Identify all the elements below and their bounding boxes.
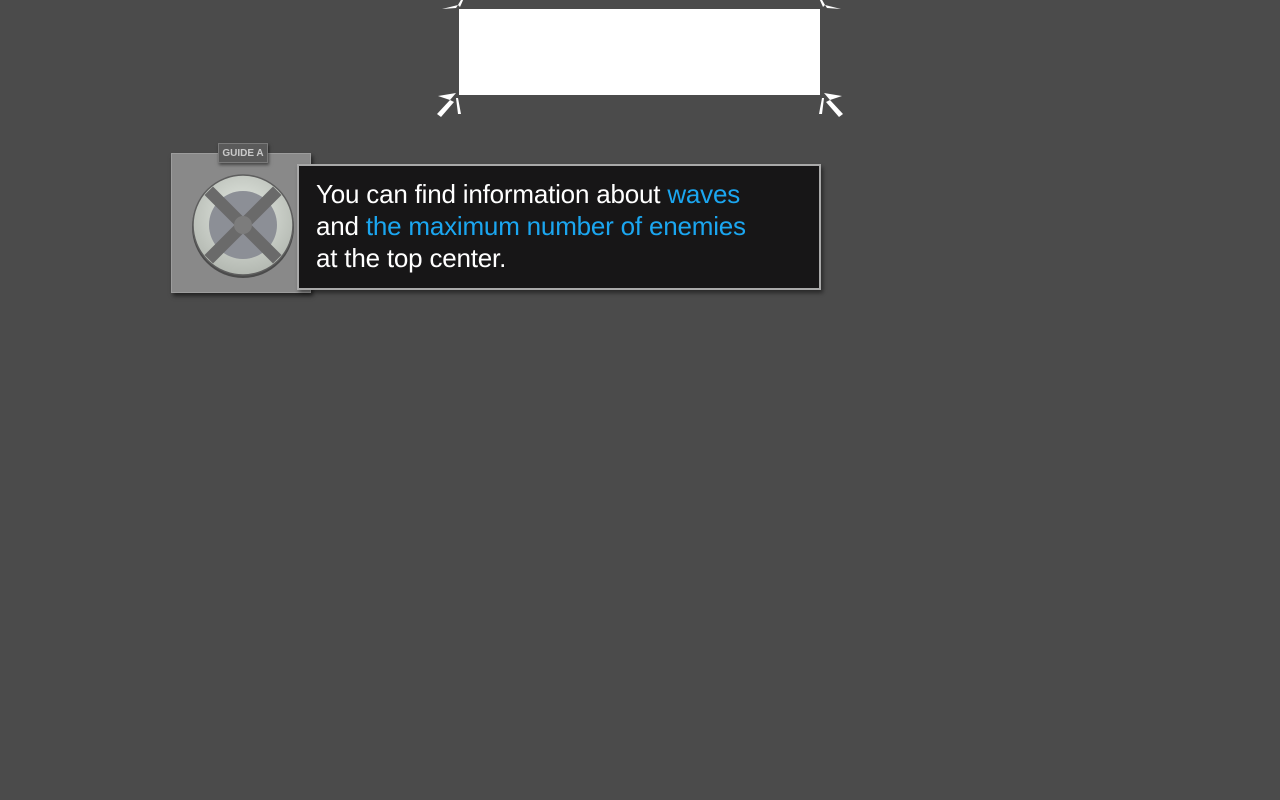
corner-marker-top-right-icon	[815, 0, 843, 24]
message-line-3: at the top center.	[316, 242, 803, 274]
message-highlight-max-enemies: the maximum number of enemies	[365, 211, 746, 241]
corner-marker-top-left-icon	[440, 0, 468, 24]
highlight-box	[459, 9, 820, 95]
message-line-1-text: You can find information about	[316, 179, 668, 209]
corner-marker-bottom-right-icon	[816, 92, 844, 118]
crossed-circle-icon	[191, 174, 295, 278]
message-highlight-waves: waves	[667, 179, 741, 209]
message-line-3-text: at the top center.	[316, 243, 507, 273]
message-line-2-text: and	[316, 211, 366, 241]
message-box: You can find information about waves and…	[297, 164, 821, 290]
message-line-1: You can find information about waves	[316, 178, 803, 210]
corner-marker-bottom-left-icon	[436, 92, 464, 118]
guide-tag: GUIDE A	[218, 143, 268, 163]
message-line-2: and the maximum number of enemies	[316, 210, 803, 242]
